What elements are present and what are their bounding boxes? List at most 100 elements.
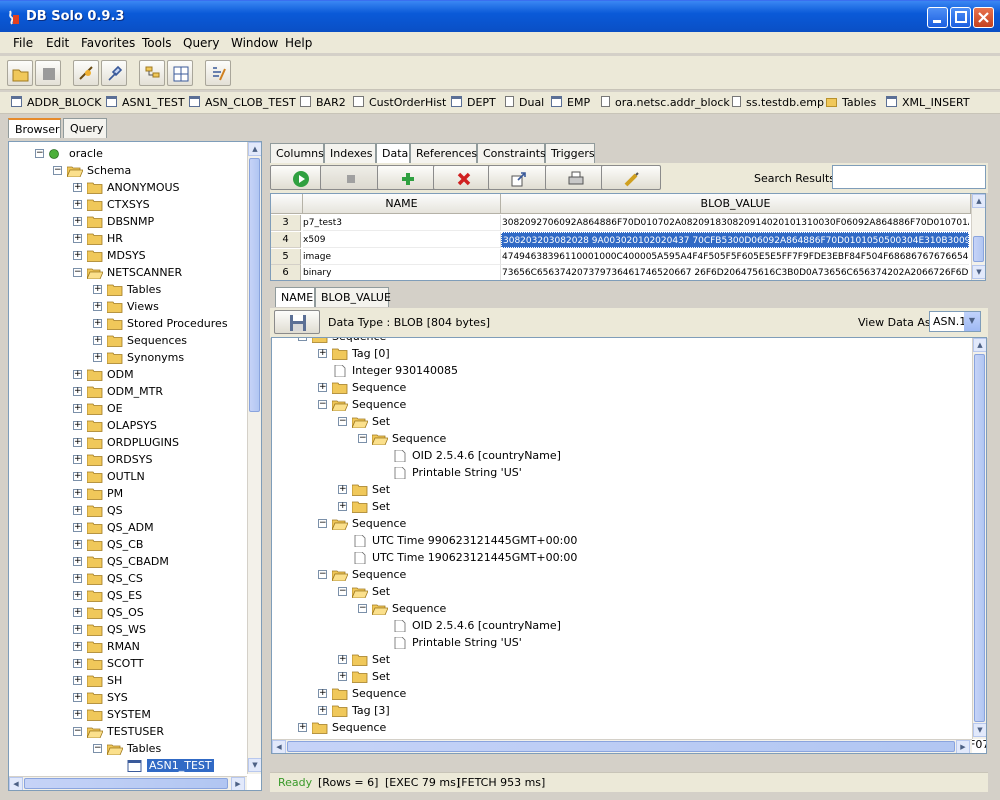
tree-node-folder[interactable]: + Stored Procedures [9, 316, 261, 333]
chevron-down-icon[interactable]: ▼ [964, 312, 980, 331]
tree-node-folder[interactable]: + Views [9, 299, 261, 316]
connect-button[interactable] [73, 60, 99, 86]
expand-toggle-icon[interactable]: + [73, 183, 82, 192]
expand-toggle-icon[interactable]: + [73, 659, 82, 668]
favorite-xml-insert[interactable]: XML_INSERT [886, 96, 970, 109]
expand-toggle-icon[interactable]: + [93, 336, 102, 345]
asn1-node[interactable]: + Sequence [272, 380, 972, 397]
expand-toggle-icon[interactable]: + [73, 540, 82, 549]
scroll-right-arrow-icon[interactable]: ▶ [231, 777, 245, 790]
menu-edit[interactable]: Edit [46, 36, 69, 50]
tree-node-folder[interactable]: + Tables [9, 282, 261, 299]
close-button[interactable] [973, 7, 994, 28]
collapse-toggle-icon[interactable]: − [318, 519, 327, 528]
tab-constraints[interactable]: Constraints [477, 143, 546, 163]
favorite-ss-testdb-emp[interactable]: ss.testdb.emp [732, 96, 824, 109]
tree-node-asn1-test[interactable]: ASN1_TEST [9, 758, 261, 775]
asn-vertical-scrollbar[interactable]: ▲ ▼ [972, 338, 986, 739]
tab-indexes[interactable]: Indexes [324, 143, 376, 163]
tree-node-schema-item[interactable]: + PM [9, 486, 261, 503]
tree-node-schema-item[interactable]: + ORDPLUGINS [9, 435, 261, 452]
expand-toggle-icon[interactable]: + [73, 710, 82, 719]
tab-columns[interactable]: Columns [270, 143, 324, 163]
tree-node-schema-item[interactable]: + CTXSYS [9, 197, 261, 214]
tree-node-oracle[interactable]: − oracle [9, 146, 261, 163]
menu-file[interactable]: File [13, 36, 33, 50]
expand-toggle-icon[interactable]: + [73, 370, 82, 379]
asn1-node[interactable]: − Sequence [272, 567, 972, 584]
save-blob-button[interactable] [274, 310, 320, 334]
collapse-toggle-icon[interactable]: − [298, 338, 307, 341]
expand-toggle-icon[interactable]: + [73, 489, 82, 498]
expand-toggle-icon[interactable]: + [73, 693, 82, 702]
tab-browser[interactable]: Browser [8, 118, 61, 138]
expand-toggle-icon[interactable]: + [93, 353, 102, 362]
expand-toggle-icon[interactable]: + [73, 217, 82, 226]
collapse-toggle-icon[interactable]: − [338, 417, 347, 426]
collapse-toggle-icon[interactable]: − [73, 268, 82, 277]
tree-node-schema-item[interactable]: + ODM_MTR [9, 384, 261, 401]
expand-toggle-icon[interactable]: + [73, 506, 82, 515]
asn-horizontal-scrollbar[interactable]: ◀ ▶ [272, 739, 972, 753]
tree-node-schema-item[interactable]: + QS_OS [9, 605, 261, 622]
tree-node-schema-item[interactable]: − TESTUSER [9, 724, 261, 741]
expand-toggle-icon[interactable]: + [73, 642, 82, 651]
asn1-node[interactable]: OID 2.5.4.6 [countryName] [272, 448, 972, 465]
grid-scroll-thumb[interactable] [973, 236, 984, 262]
expand-toggle-icon[interactable]: + [338, 672, 347, 681]
add-row-button[interactable] [377, 165, 437, 190]
expand-toggle-icon[interactable]: + [93, 285, 102, 294]
asn1-node[interactable]: + Sequence [272, 686, 972, 703]
export-button[interactable] [488, 165, 548, 190]
asn1-node[interactable]: OID 2.5.4.6 [countryName] [272, 618, 972, 635]
expand-toggle-icon[interactable]: + [73, 676, 82, 685]
tree-node-schema-item[interactable]: + OLAPSYS [9, 418, 261, 435]
tree-node-schema-item[interactable]: + ORDSYS [9, 452, 261, 469]
tab-query[interactable]: Query [63, 118, 107, 138]
asn1-node[interactable]: UTC Time 190623121445GMT+00:00 [272, 550, 972, 567]
favorite-ora-netsc-addr-block[interactable]: ora.netsc.addr_block [601, 96, 730, 109]
tree-node-schema-item[interactable]: + ANONYMOUS [9, 180, 261, 197]
highlight-button[interactable] [601, 165, 661, 190]
asn1-node[interactable]: − Sequence [272, 338, 972, 346]
scroll-down-arrow-icon[interactable]: ▼ [248, 758, 261, 772]
table-row[interactable]: 5 image 47494638396110001000C400005A595A… [271, 249, 971, 265]
expand-toggle-icon[interactable]: + [73, 591, 82, 600]
asn-hscroll-thumb[interactable] [287, 741, 955, 752]
tree-node-schema-item[interactable]: + MDSYS [9, 248, 261, 265]
asn1-node[interactable]: + Sequence [272, 720, 972, 737]
scroll-up-arrow-icon[interactable]: ▲ [248, 142, 261, 156]
grid-vertical-scrollbar[interactable]: ▲ ▼ [971, 194, 985, 280]
query-button[interactable] [205, 60, 231, 86]
asn1-node[interactable]: UTC Time 990623121445GMT+00:00 [272, 533, 972, 550]
menu-tools[interactable]: Tools [142, 36, 172, 50]
scroll-left-arrow-icon[interactable]: ◀ [272, 740, 286, 753]
expand-toggle-icon[interactable]: + [73, 608, 82, 617]
asn1-node[interactable]: − Sequence [272, 516, 972, 533]
stop-button[interactable] [320, 165, 380, 190]
favorite-addr-block[interactable]: ADDR_BLOCK [11, 96, 101, 109]
tree-node-folder[interactable]: + Sequences [9, 333, 261, 350]
expand-toggle-icon[interactable]: + [73, 523, 82, 532]
delete-row-button[interactable] [433, 165, 493, 190]
asn-scroll-thumb[interactable] [974, 354, 985, 722]
scroll-down-arrow-icon[interactable]: ▼ [972, 265, 985, 279]
table-row[interactable]: 3 p7_test3 3082092706092A864886F70D01070… [271, 215, 971, 231]
schema-button[interactable] [139, 60, 165, 86]
collapse-toggle-icon[interactable]: − [358, 434, 367, 443]
print-button[interactable] [545, 165, 605, 190]
asn1-node[interactable]: − Sequence [272, 431, 972, 448]
expand-toggle-icon[interactable]: + [73, 472, 82, 481]
asn1-node[interactable]: Printable String 'US' [272, 635, 972, 652]
asn1-node[interactable]: + Set [272, 482, 972, 499]
menu-query[interactable]: Query [183, 36, 219, 50]
menu-window[interactable]: Window [231, 36, 278, 50]
expand-toggle-icon[interactable]: + [318, 689, 327, 698]
favorite-asn-clob-test[interactable]: ASN_CLOB_TEST [189, 96, 296, 109]
scroll-up-arrow-icon[interactable]: ▲ [973, 338, 986, 352]
tab-triggers[interactable]: Triggers [545, 143, 595, 163]
asn1-node[interactable]: − Sequence [272, 601, 972, 618]
tree-node-schema-item[interactable]: + QS [9, 503, 261, 520]
tab-blob-value[interactable]: BLOB_VALUE [315, 287, 391, 307]
expand-toggle-icon[interactable]: + [73, 574, 82, 583]
